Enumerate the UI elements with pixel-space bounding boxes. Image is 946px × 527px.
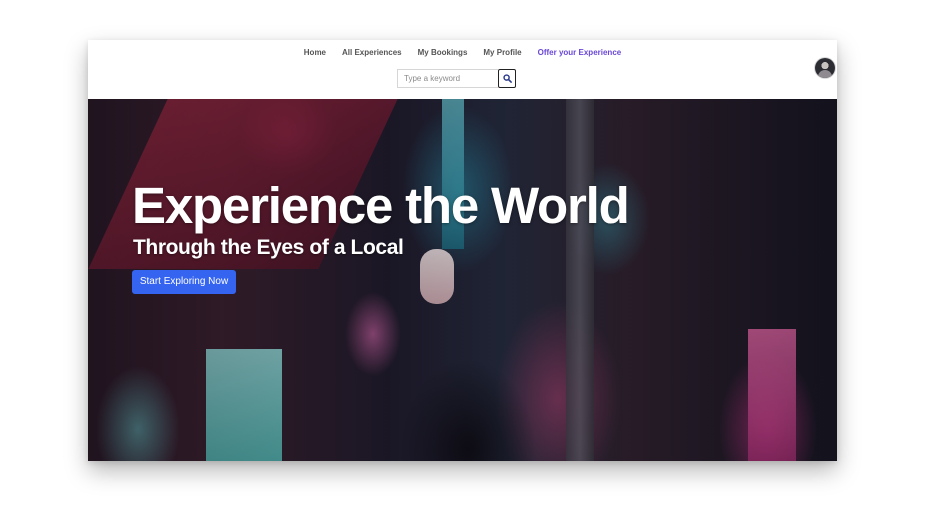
nav-home[interactable]: Home <box>304 48 326 57</box>
hero-title: Experience the World <box>132 177 630 234</box>
search-bar <box>397 69 516 88</box>
hero-subtitle: Through the Eyes of a Local <box>133 236 404 259</box>
search-input[interactable] <box>397 69 498 88</box>
search-icon <box>502 74 512 83</box>
nav-my-profile[interactable]: My Profile <box>483 48 521 57</box>
nav-all-experiences[interactable]: All Experiences <box>342 48 402 57</box>
nav-my-bookings[interactable]: My Bookings <box>418 48 468 57</box>
main-nav: Home All Experiences My Bookings My Prof… <box>88 48 837 57</box>
start-exploring-button[interactable]: Start Exploring Now <box>132 270 236 294</box>
search-button[interactable] <box>498 69 516 88</box>
avatar[interactable] <box>815 58 835 78</box>
hero-banner: Experience the World Through the Eyes of… <box>88 99 837 461</box>
page: Home All Experiences My Bookings My Prof… <box>0 0 946 527</box>
nav-offer-experience[interactable]: Offer your Experience <box>538 48 622 57</box>
app-window: Home All Experiences My Bookings My Prof… <box>88 40 837 461</box>
